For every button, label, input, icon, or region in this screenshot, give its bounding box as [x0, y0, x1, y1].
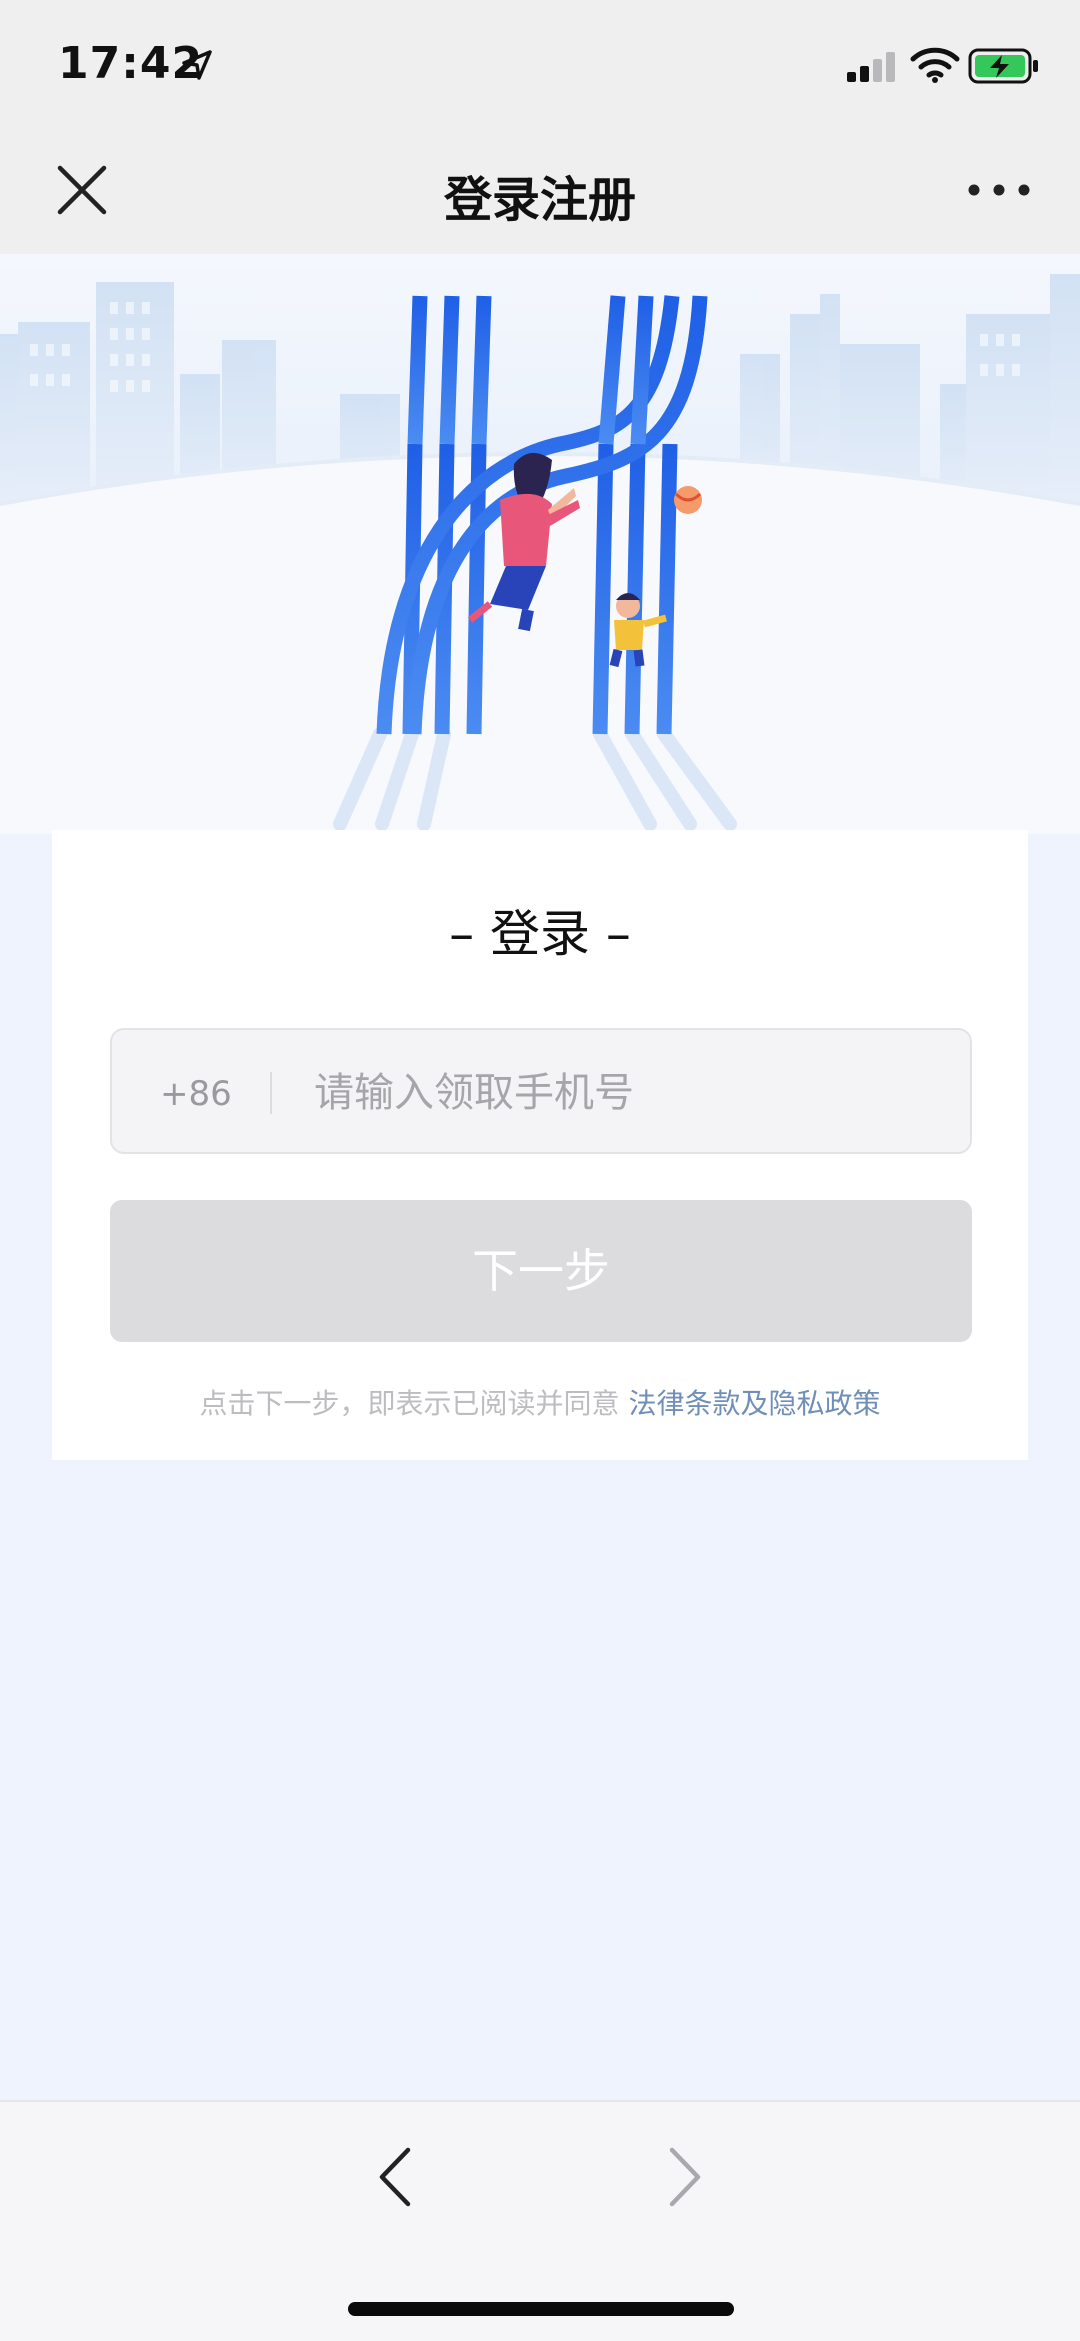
battery-charging-icon	[968, 48, 1038, 84]
location-arrow-icon	[182, 50, 212, 80]
status-bar: 17:42	[0, 0, 1080, 130]
more-icon[interactable]	[966, 166, 1032, 214]
login-heading: – 登录 –	[449, 905, 631, 963]
login-card: – 登录 – +86 下一步 点击下一步，即表示已阅读并同意 法律条款及隐私政策	[52, 830, 1028, 1460]
chevron-left-icon[interactable]	[370, 2142, 420, 2212]
phone-input[interactable]	[312, 1052, 936, 1134]
legal-privacy-link[interactable]: 法律条款及隐私政策	[628, 1387, 880, 1420]
wifi-icon	[910, 47, 960, 83]
input-divider	[270, 1072, 272, 1114]
hero-illustration-icon	[0, 274, 1080, 834]
country-code[interactable]: +86	[160, 1074, 232, 1114]
page-title: 登录注册	[443, 172, 636, 228]
next-step-button[interactable]: 下一步	[110, 1200, 972, 1342]
phone-field: +86	[110, 1028, 972, 1154]
chevron-right-icon[interactable]	[660, 2142, 710, 2212]
home-indicator[interactable]	[348, 2302, 734, 2316]
hero-illustration	[0, 254, 1080, 834]
agreement-text: 点击下一步，即表示已阅读并同意 法律条款及隐私政策	[52, 1382, 1028, 1422]
cellular-signal-icon	[847, 52, 895, 82]
bottom-nav-bar	[0, 2100, 1080, 2341]
navbar: 登录注册	[0, 130, 1080, 254]
agreement-prefix: 点击下一步，即表示已阅读并同意	[199, 1387, 620, 1420]
